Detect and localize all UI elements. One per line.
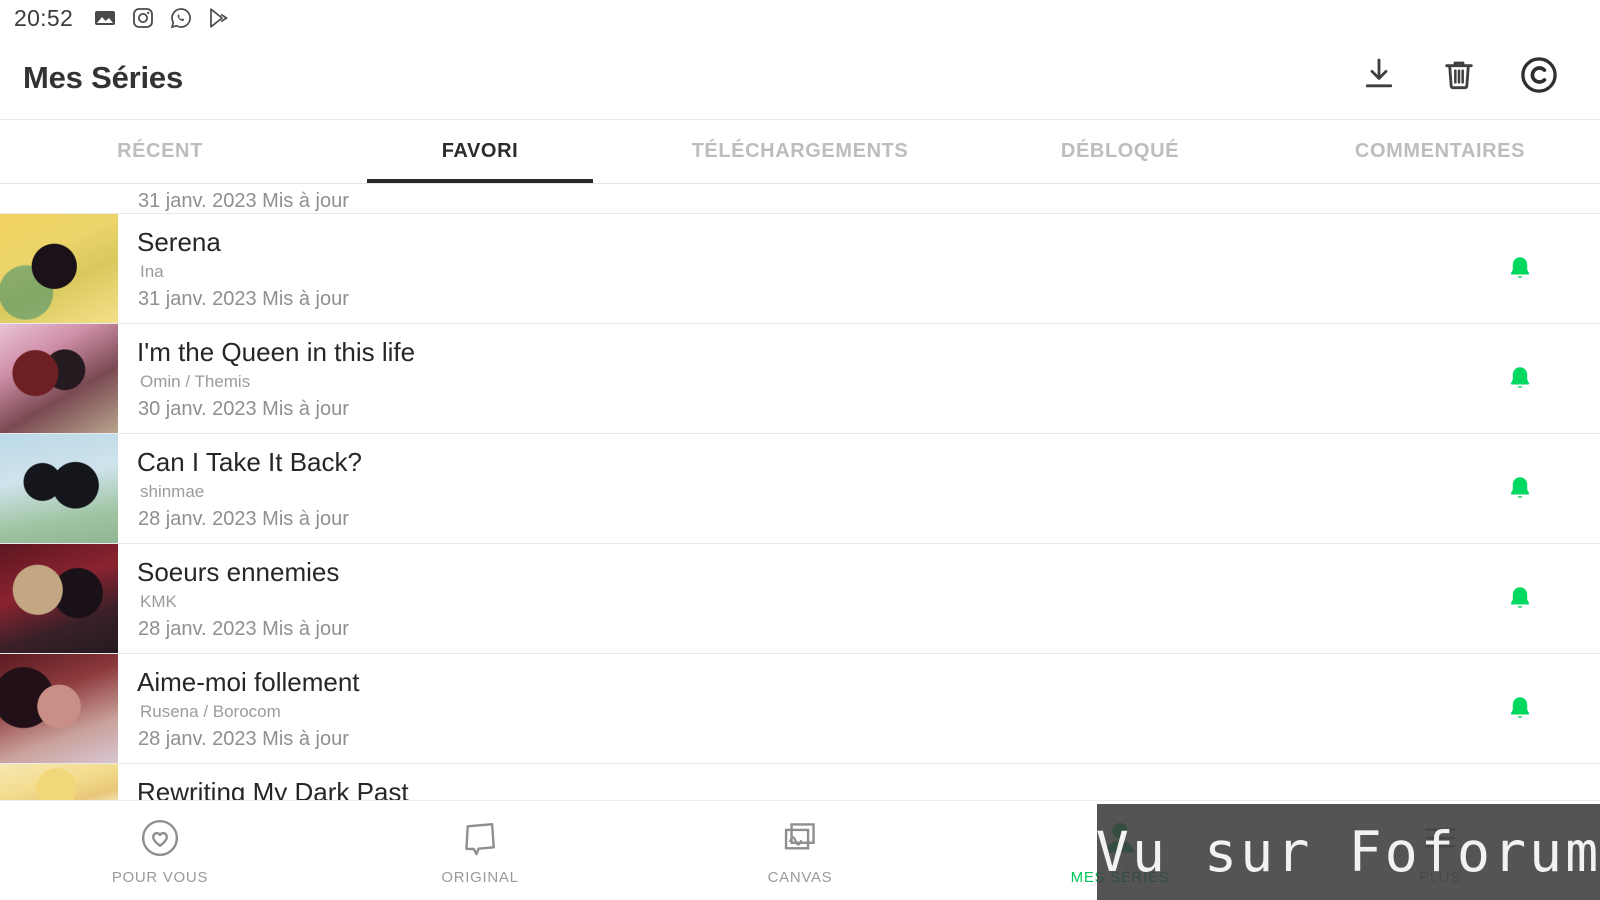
series-meta: Can I Take It Back? shinmae 28 janv. 202… <box>118 434 1600 543</box>
series-title: Aime-moi follement <box>137 667 360 697</box>
thumbnail-art <box>0 214 118 323</box>
canvas-cards-icon <box>778 816 822 860</box>
series-meta: Soeurs ennemies KMK 28 janv. 2023 Mis à … <box>118 544 1600 653</box>
bottom-navigation: POUR VOUS ORIGINAL CANVAS MES SÉRIES PLU <box>0 800 1600 900</box>
original-flag-icon <box>458 816 502 860</box>
whatsapp-icon <box>169 6 193 30</box>
tab-label: FAVORI <box>441 140 519 162</box>
tab-favori[interactable]: FAVORI <box>320 120 640 183</box>
nav-label: ORIGINAL <box>441 868 519 886</box>
list-item[interactable]: Soeurs ennemies KMK 28 janv. 2023 Mis à … <box>0 544 1600 654</box>
play-store-icon <box>207 6 231 30</box>
nav-item-plus[interactable]: PLUS <box>1280 801 1600 900</box>
series-author: KMK <box>140 592 177 612</box>
nav-label: PLUS <box>1419 868 1461 886</box>
bell-icon[interactable] <box>1504 363 1536 395</box>
series-author: Omin / Themis <box>140 372 251 392</box>
series-updated: 30 janv. 2023 Mis à jour <box>138 398 349 421</box>
image-icon <box>93 6 117 30</box>
status-bar: 20:52 <box>0 0 1600 36</box>
heart-circle-icon <box>138 816 182 860</box>
series-author: Rusena / Borocom <box>140 702 281 722</box>
list-item[interactable]: 31 janv. 2023 Mis à jour <box>0 184 1600 214</box>
thumbnail-art <box>0 654 118 763</box>
series-updated: 28 janv. 2023 Mis à jour <box>138 618 349 641</box>
series-thumbnail <box>0 764 118 800</box>
status-icon-tray <box>93 6 231 30</box>
tab-bar: RÉCENT FAVORI TÉLÉCHARGEMENTS DÉBLOQUÉ C… <box>0 120 1600 184</box>
app-bar-actions <box>1358 57 1560 99</box>
list-item[interactable]: I'm the Queen in this life Omin / Themis… <box>0 324 1600 434</box>
series-updated: 28 janv. 2023 Mis à jour <box>138 728 349 751</box>
series-updated: 28 janv. 2023 Mis à jour <box>138 508 349 531</box>
thumbnail-art <box>0 544 118 653</box>
series-thumbnail <box>0 654 118 763</box>
series-thumbnail <box>0 324 118 433</box>
tab-recent[interactable]: RÉCENT <box>0 120 320 183</box>
list-item[interactable]: Aime-moi follement Rusena / Borocom 28 j… <box>0 654 1600 764</box>
series-updated: 31 janv. 2023 Mis à jour <box>138 288 349 311</box>
thumbnail-art <box>0 324 118 433</box>
tab-label: DÉBLOQUÉ <box>1060 140 1180 162</box>
bell-icon[interactable] <box>1504 253 1536 285</box>
list-item[interactable]: Can I Take It Back? shinmae 28 janv. 202… <box>0 434 1600 544</box>
nav-item-mes-series[interactable]: MES SÉRIES <box>960 801 1280 900</box>
series-thumbnail <box>0 434 118 543</box>
series-updated: 31 janv. 2023 Mis à jour <box>138 190 349 212</box>
series-meta: Rewriting My Dark Past <box>118 764 1600 800</box>
series-title: Rewriting My Dark Past <box>137 777 409 800</box>
tab-commentaires[interactable]: COMMENTAIRES <box>1280 120 1600 183</box>
more-icon <box>1418 816 1462 860</box>
nav-item-original[interactable]: ORIGINAL <box>320 801 640 900</box>
series-meta: Serena Ina 31 janv. 2023 Mis à jour <box>118 214 1600 323</box>
trash-icon <box>1439 55 1479 100</box>
nav-label: CANVAS <box>767 868 833 886</box>
nav-item-canvas[interactable]: CANVAS <box>640 801 960 900</box>
series-title: Soeurs ennemies <box>137 557 340 587</box>
series-meta: Aime-moi follement Rusena / Borocom 28 j… <box>118 654 1600 763</box>
series-title: I'm the Queen in this life <box>137 337 416 367</box>
app-bar: Mes Séries <box>0 36 1600 120</box>
app-root: 20:52 Mes Séries RÉCENT FAVORI TÉLÉCHARG… <box>0 0 1600 900</box>
series-title: Serena <box>137 227 221 257</box>
tab-label: TÉLÉCHARGEMENTS <box>691 140 909 162</box>
list-item[interactable]: Serena Ina 31 janv. 2023 Mis à jour <box>0 214 1600 324</box>
series-thumbnail <box>0 214 118 323</box>
copyright-icon <box>1518 54 1560 101</box>
nav-label: MES SÉRIES <box>1070 868 1170 886</box>
series-thumbnail <box>0 544 118 653</box>
person-icon <box>1098 816 1142 860</box>
bell-icon[interactable] <box>1504 473 1536 505</box>
tab-telechargements[interactable]: TÉLÉCHARGEMENTS <box>640 120 960 183</box>
series-author: shinmae <box>140 482 205 502</box>
status-clock: 20:52 <box>14 4 74 31</box>
page-title: Mes Séries <box>23 59 183 95</box>
bell-icon[interactable] <box>1504 583 1536 615</box>
series-title: Can I Take It Back? <box>137 447 362 477</box>
tab-label: COMMENTAIRES <box>1354 140 1526 162</box>
tab-label: RÉCENT <box>117 140 203 162</box>
bell-icon[interactable] <box>1504 693 1536 725</box>
list-item[interactable]: Rewriting My Dark Past <box>0 764 1600 800</box>
thumbnail-art <box>0 434 118 543</box>
nav-label: POUR VOUS <box>111 868 209 886</box>
series-meta: I'm the Queen in this life Omin / Themis… <box>118 324 1600 433</box>
download-button[interactable] <box>1358 57 1400 99</box>
download-icon <box>1359 55 1399 100</box>
instagram-icon <box>131 6 155 30</box>
tab-debloque[interactable]: DÉBLOQUÉ <box>960 120 1280 183</box>
series-list[interactable]: 31 janv. 2023 Mis à jour Serena Ina 31 j… <box>0 184 1600 800</box>
series-author: Ina <box>140 262 164 282</box>
series-meta: 31 janv. 2023 Mis à jour <box>118 190 1600 213</box>
nav-item-pour-vous[interactable]: POUR VOUS <box>0 801 320 900</box>
delete-button[interactable] <box>1438 57 1480 99</box>
thumbnail-art <box>0 764 118 800</box>
coin-button[interactable] <box>1518 57 1560 99</box>
